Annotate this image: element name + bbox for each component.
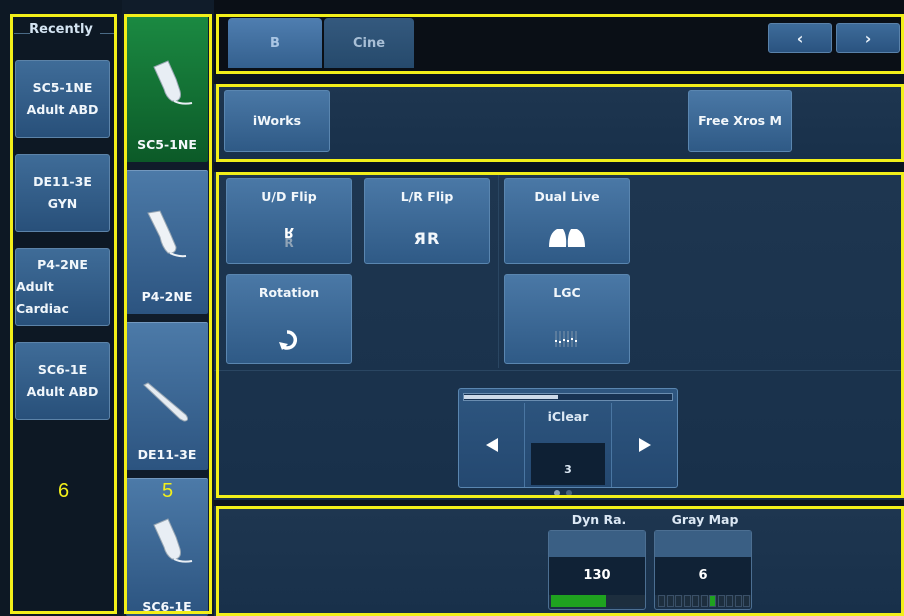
highlight-box-functions xyxy=(216,84,904,162)
highlight-box-recently xyxy=(10,14,117,614)
highlight-box-tabs xyxy=(216,14,904,74)
annotation-number-5: 5 xyxy=(162,480,174,502)
highlight-box-controls xyxy=(216,172,904,498)
highlight-box-probes xyxy=(124,14,212,614)
annotation-number-6: 6 xyxy=(58,480,70,502)
highlight-box-parameters xyxy=(216,506,904,616)
